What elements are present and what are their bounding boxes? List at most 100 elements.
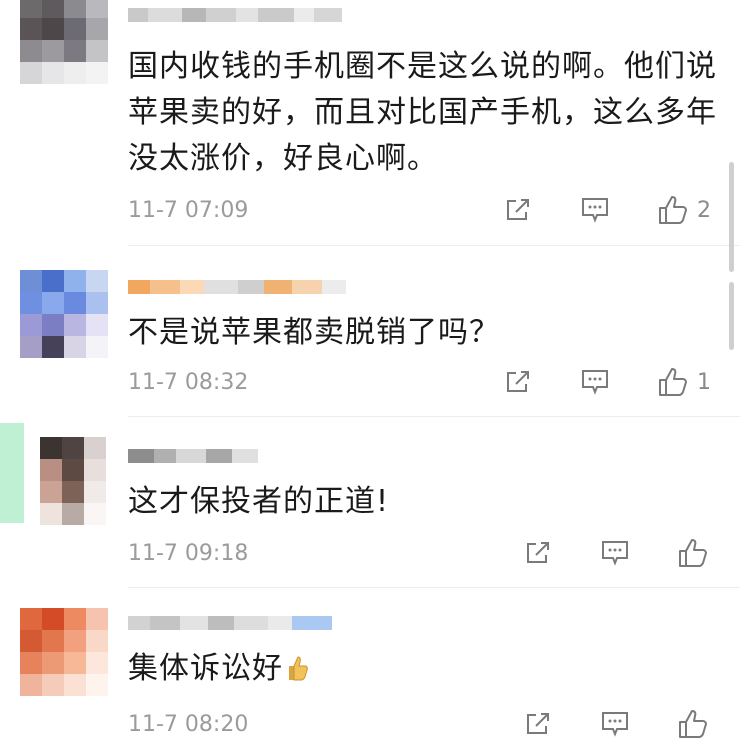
avatar-pixel: [64, 40, 86, 62]
like-count: 2: [697, 197, 711, 223]
avatar-pixel: [42, 630, 64, 652]
comment-item: 不是说苹果都卖脱销了吗？ 11-7 08:32 1: [0, 246, 740, 416]
share-button[interactable]: [504, 196, 532, 224]
avatar-pixel: [20, 0, 42, 18]
avatar-pixel: [42, 0, 64, 18]
avatar-pixel: [62, 503, 84, 525]
avatar-pixel: [62, 459, 84, 481]
avatar-pixel: [20, 40, 42, 62]
like-button[interactable]: [677, 537, 709, 569]
avatar-pixel: [64, 18, 86, 40]
avatar-pixel: [42, 652, 64, 674]
avatar-edge-blur: [0, 423, 24, 523]
avatar-pixel: [64, 608, 86, 630]
avatar-pixel: [40, 503, 62, 525]
like-count: 1: [697, 369, 711, 395]
comment-icon: [582, 198, 608, 223]
avatar-pixel: [20, 18, 42, 40]
reply-button[interactable]: [600, 539, 630, 567]
avatar-pixel: [42, 62, 64, 84]
avatar-pixel: [42, 674, 64, 696]
avatar-pixel: [84, 503, 106, 525]
avatar[interactable]: [18, 437, 106, 525]
share-icon: [507, 371, 529, 392]
share-button[interactable]: [524, 710, 552, 738]
comment-text: 集体诉讼好: [128, 646, 728, 692]
avatar-pixel: [42, 18, 64, 40]
avatar-pixel: [40, 459, 62, 481]
like-button[interactable]: [677, 708, 709, 740]
comment-icon: [602, 541, 628, 566]
avatar-pixel: [86, 674, 108, 696]
comment-text: 国内收钱的手机圈不是这么说的啊。他们说苹果卖的好，而且对比国产手机，这么多年没太…: [128, 49, 717, 176]
avatar-pixel: [40, 481, 62, 503]
avatar-pixel: [86, 18, 108, 40]
like-button[interactable]: 2: [657, 194, 711, 226]
avatar-pixel: [86, 62, 108, 84]
avatar[interactable]: [20, 608, 108, 696]
share-button[interactable]: [524, 539, 552, 567]
comment-icon: [582, 370, 608, 395]
share-icon: [507, 199, 529, 220]
like-icon: [679, 710, 707, 738]
avatar-pixel: [20, 270, 42, 292]
avatar-pixel: [42, 292, 64, 314]
avatar-pixel: [20, 314, 42, 336]
avatar-pixel: [64, 652, 86, 674]
comment-item: 集体诉讼好 11-7 08:20: [0, 588, 740, 752]
avatar-pixel: [86, 652, 108, 674]
reply-button[interactable]: [580, 196, 610, 224]
avatar-pixel: [42, 336, 64, 358]
avatar-pixel: [86, 314, 108, 336]
avatar-pixel: [20, 630, 42, 652]
avatar-pixel: [84, 459, 106, 481]
username-blurred[interactable]: [128, 270, 346, 304]
avatar-pixel: [86, 0, 108, 18]
avatar-pixel: [86, 270, 108, 292]
comment-time: 11-7 08:32: [128, 370, 249, 395]
avatar[interactable]: [20, 0, 108, 84]
share-icon: [527, 542, 549, 563]
comment-time: 11-7 09:18: [128, 541, 249, 566]
comment-text: 不是说苹果都卖脱销了吗？: [128, 315, 500, 350]
avatar-pixel: [20, 674, 42, 696]
username-blurred[interactable]: [128, 606, 332, 640]
avatar-pixel: [86, 40, 108, 62]
avatar-pixel: [64, 314, 86, 336]
comment-text: 这才保投者的正道!: [128, 484, 390, 519]
avatar-pixel: [42, 608, 64, 630]
comment-item: 国内收钱的手机圈不是这么说的啊。他们说苹果卖的好，而且对比国产手机，这么多年没太…: [0, 0, 740, 245]
avatar-pixel: [64, 630, 86, 652]
username-blurred[interactable]: [128, 0, 342, 32]
avatar-pixel: [86, 336, 108, 358]
comment-time: 11-7 08:20: [128, 712, 249, 737]
avatar-pixel: [64, 0, 86, 18]
share-icon: [527, 713, 549, 734]
avatar-pixel: [86, 608, 108, 630]
like-button[interactable]: 1: [657, 366, 711, 398]
comment-text-content: 集体诉讼好: [128, 651, 283, 686]
avatar-pixel: [20, 292, 42, 314]
avatar-pixel: [86, 292, 108, 314]
scrollbar[interactable]: [729, 282, 734, 350]
share-button[interactable]: [504, 368, 532, 396]
comment-time: 11-7 07:09: [128, 198, 249, 223]
avatar-pixel: [20, 62, 42, 84]
reply-button[interactable]: [580, 368, 610, 396]
thumbs-up-emoji: [289, 656, 308, 681]
comment-item: 这才保投者的正道! 11-7 09:18: [0, 417, 740, 587]
avatar-pixel: [64, 674, 86, 696]
avatar[interactable]: [20, 270, 108, 358]
avatar-pixel: [20, 608, 42, 630]
like-icon: [659, 196, 687, 224]
avatar-pixel: [42, 314, 64, 336]
avatar-pixel: [64, 336, 86, 358]
username-blurred[interactable]: [128, 439, 258, 473]
avatar-pixel: [42, 270, 64, 292]
like-icon: [679, 539, 707, 567]
avatar-pixel: [62, 481, 84, 503]
reply-button[interactable]: [600, 710, 630, 738]
comment-icon: [602, 712, 628, 737]
scrollbar[interactable]: [729, 162, 734, 272]
avatar-pixel: [84, 481, 106, 503]
